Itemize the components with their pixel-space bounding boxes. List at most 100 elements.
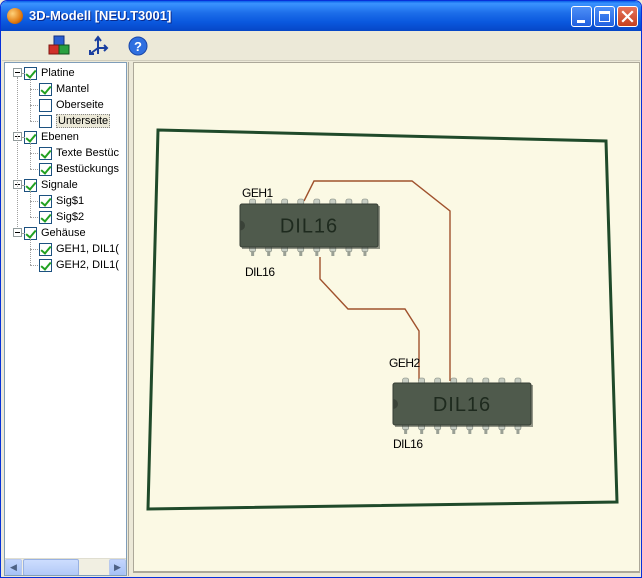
minimize-button[interactable] — [571, 6, 592, 27]
tree-view[interactable]: Platine Mantel Oberseite Unterseite Ebenen Te… — [4, 62, 127, 576]
tree-node-0-1[interactable]: Oberseite — [39, 97, 104, 113]
chip-lead — [484, 429, 488, 434]
scroll-left-button[interactable]: ◀ — [5, 559, 22, 575]
3d-viewport[interactable]: DIL16 DIL16 GEH1 DIL16 GEH2 DIL16 — [133, 62, 640, 572]
tree-node-1[interactable]: Ebenen — [13, 129, 79, 145]
tree-connector — [30, 121, 38, 122]
tree-label: Oberseite — [56, 99, 104, 111]
tree-node-2[interactable]: Signale — [13, 177, 78, 193]
tree-checkbox[interactable] — [39, 162, 52, 176]
chip-lead — [347, 251, 351, 256]
tree-checkbox[interactable] — [24, 226, 37, 240]
chip-lead — [468, 429, 472, 434]
chip-lead — [404, 429, 408, 434]
window-3d-model: 3D-Modell [NEU.T3001] ? Platine Mantel O… — [0, 0, 642, 578]
chip-lead — [299, 251, 303, 256]
tree-connector — [22, 73, 24, 74]
tree-checkbox[interactable] — [39, 258, 52, 272]
tree-connector — [22, 233, 24, 234]
minimize-icon — [577, 20, 585, 23]
tree-checkbox[interactable] — [39, 98, 52, 112]
axis-arrows-icon[interactable] — [86, 34, 110, 58]
chip-lead — [363, 251, 367, 256]
tree-label: Gehäuse — [41, 227, 86, 239]
component-geh1: DIL16 — [239, 198, 380, 256]
tree-checkbox[interactable] — [39, 146, 52, 160]
tree-label: Mantel — [56, 83, 90, 95]
close-icon — [621, 10, 634, 23]
tree-node-3-1[interactable]: GEH2, DIL1( — [39, 257, 119, 273]
board-view[interactable]: DIL16 DIL16 GEH1 DIL16 GEH2 DIL16 — [134, 63, 640, 572]
maximize-icon — [599, 11, 610, 22]
title-bar[interactable]: 3D-Modell [NEU.T3001] — [1, 1, 641, 31]
tree-connector — [30, 169, 38, 170]
geh1-ref-label: GEH1 — [242, 186, 274, 200]
collapse-icon[interactable] — [13, 228, 22, 237]
chip-lead — [267, 251, 271, 256]
chip-lead — [283, 251, 287, 256]
tree-label: Sig$2 — [56, 211, 85, 223]
tree-checkbox[interactable] — [39, 82, 52, 96]
tree-node-2-1[interactable]: Sig$2 — [39, 209, 84, 225]
tree-connector — [30, 217, 38, 218]
chip-body-text: DIL16 — [280, 216, 338, 238]
tree-connector — [22, 137, 24, 138]
tree-connector — [30, 239, 31, 265]
chip-lead — [516, 429, 520, 434]
collapse-icon[interactable] — [13, 68, 22, 77]
tree-node-2-0[interactable]: Sig$1 — [39, 193, 84, 209]
svg-text:?: ? — [134, 39, 142, 54]
chip-lead — [452, 429, 456, 434]
tree-node-1-0[interactable]: Texte Bestüc — [39, 145, 119, 161]
chip-lead — [500, 429, 504, 434]
tree-connector — [30, 265, 38, 266]
tree-node-0[interactable]: Platine — [13, 65, 75, 81]
tree-checkbox[interactable] — [39, 194, 52, 208]
geh1-package-label: DIL16 — [245, 265, 275, 279]
tree-label: Unterseite — [56, 114, 111, 128]
tree-node-0-0[interactable]: Mantel — [39, 81, 89, 97]
tree-checkbox[interactable] — [24, 66, 37, 80]
scroll-thumb[interactable] — [23, 559, 79, 575]
window-title: 3D-Modell [NEU.T3001] — [29, 8, 172, 23]
tree-checkbox[interactable] — [24, 178, 37, 192]
panel-splitter[interactable] — [128, 62, 132, 576]
tree-checkbox[interactable] — [24, 130, 37, 144]
chip-lead — [331, 251, 335, 256]
component-geh2: DIL16 — [392, 377, 533, 434]
tree-checkbox[interactable] — [39, 242, 52, 256]
tree-label: Signale — [41, 179, 78, 191]
viewport-status-edge — [133, 572, 640, 576]
tree-node-0-2[interactable]: Unterseite — [39, 113, 111, 129]
maximize-button[interactable] — [594, 6, 615, 27]
chip-lead — [251, 251, 255, 256]
tree-checkbox[interactable] — [39, 210, 52, 224]
geh2-package-label: DIL16 — [393, 437, 423, 451]
tree-checkbox[interactable] — [39, 114, 52, 128]
tree-node-1-1[interactable]: Bestückungs — [39, 161, 119, 177]
scroll-right-button[interactable]: ▶ — [109, 559, 126, 575]
geh2-ref-label: GEH2 — [389, 356, 421, 370]
tree-connector — [30, 105, 38, 106]
board-outline — [146, 128, 619, 511]
tree-connector — [30, 79, 31, 121]
chip-lead — [420, 429, 424, 434]
tree-label: GEH1, DIL1( — [56, 243, 119, 255]
tree-label: Sig$1 — [56, 195, 85, 207]
help-icon[interactable]: ? — [126, 34, 150, 58]
app-icon — [7, 8, 23, 24]
tree-connector — [30, 153, 38, 154]
tree-connector — [30, 201, 38, 202]
tree-connector — [30, 249, 38, 250]
tree-node-3-0[interactable]: GEH1, DIL1( — [39, 241, 119, 257]
tree-label: GEH2, DIL1( — [56, 259, 119, 271]
tree-connector — [30, 191, 31, 217]
colored-blocks-icon[interactable] — [47, 34, 71, 58]
tree-label: Ebenen — [41, 131, 79, 143]
tree-node-3[interactable]: Gehäuse — [13, 225, 86, 241]
tree-label: Platine — [41, 67, 75, 79]
close-button[interactable] — [617, 6, 638, 27]
horizontal-scrollbar[interactable]: ◀ ▶ — [5, 558, 126, 575]
tree-connector — [22, 185, 24, 186]
chip-body-text: DIL16 — [433, 394, 491, 416]
